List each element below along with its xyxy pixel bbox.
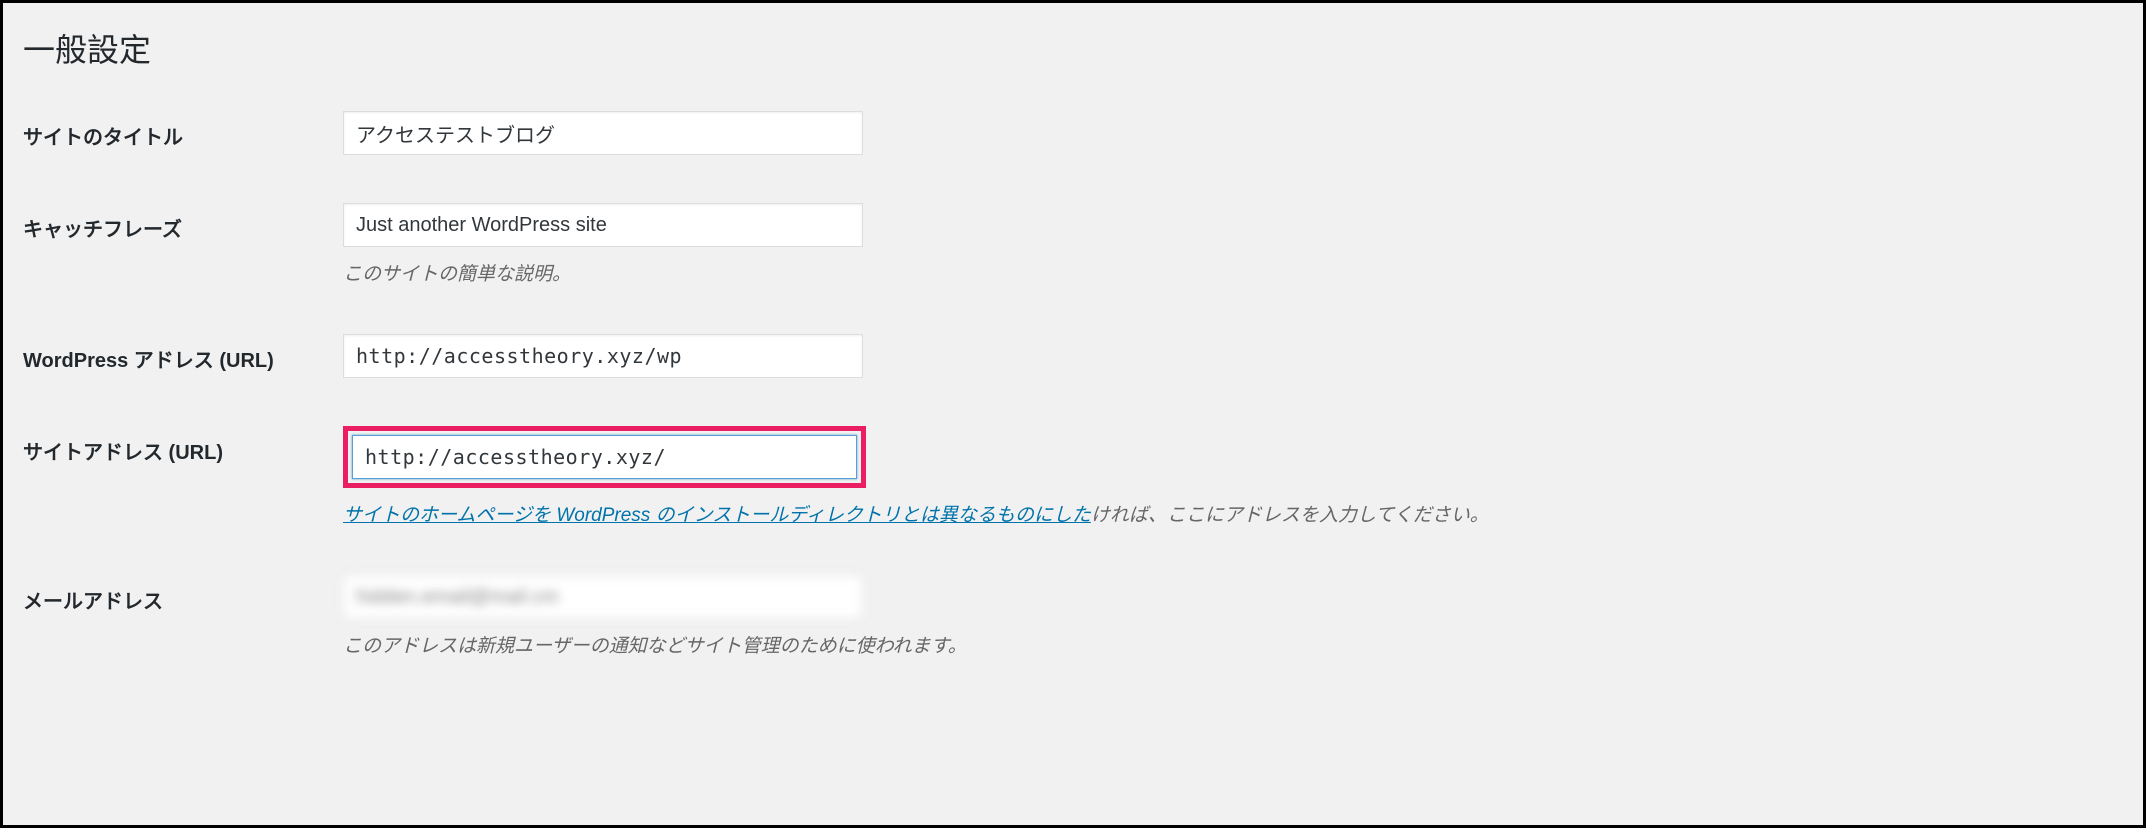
page-title: 一般設定	[23, 13, 2123, 71]
row-email: メールアドレス hidden.email@mail.cm このアドレスは新規ユー…	[23, 575, 2123, 658]
label-col: サイトのタイトル	[23, 111, 343, 150]
site-title-label: サイトのタイトル	[23, 127, 183, 149]
row-site-title: サイトのタイトル	[23, 111, 2123, 155]
wp-url-input[interactable]	[343, 334, 863, 378]
label-col: サイトアドレス (URL)	[23, 426, 343, 465]
email-label: メールアドレス	[23, 591, 163, 613]
email-input-blurred[interactable]: hidden.email@mail.cm	[343, 575, 863, 619]
form-table: サイトのタイトル キャッチフレーズ このサイトの簡単な説明。 WordPress…	[23, 111, 2123, 658]
site-url-description-text: ければ、ここにアドレスを入力してください。	[1091, 505, 1489, 526]
site-url-help-link[interactable]: サイトのホームページを WordPress のインストールディレクトリとは異なる…	[343, 505, 1091, 526]
row-tagline: キャッチフレーズ このサイトの簡単な説明。	[23, 203, 2123, 286]
field-col: サイトのホームページを WordPress のインストールディレクトリとは異なる…	[343, 426, 2123, 527]
email-description: このアドレスは新規ユーザーの通知などサイト管理のために使われます。	[343, 631, 2123, 658]
site-url-input[interactable]	[352, 435, 857, 479]
tagline-description: このサイトの簡単な説明。	[343, 259, 2123, 286]
field-col: hidden.email@mail.cm このアドレスは新規ユーザーの通知などサ…	[343, 575, 2123, 658]
row-site-url: サイトアドレス (URL) サイトのホームページを WordPress のインス…	[23, 426, 2123, 527]
label-col: メールアドレス	[23, 575, 343, 614]
label-col: キャッチフレーズ	[23, 203, 343, 242]
site-url-label: サイトアドレス (URL)	[23, 442, 223, 464]
field-col	[343, 111, 2123, 155]
field-col	[343, 334, 2123, 378]
label-col: WordPress アドレス (URL)	[23, 334, 343, 373]
site-title-input[interactable]	[343, 111, 863, 155]
row-wp-url: WordPress アドレス (URL)	[23, 334, 2123, 378]
settings-container: 一般設定 サイトのタイトル キャッチフレーズ このサイトの簡単な説明。 Word…	[0, 0, 2146, 828]
wp-url-label: WordPress アドレス (URL)	[23, 350, 274, 372]
tagline-label: キャッチフレーズ	[23, 219, 182, 241]
field-col: このサイトの簡単な説明。	[343, 203, 2123, 286]
tagline-input[interactable]	[343, 203, 863, 247]
site-url-highlight	[343, 426, 866, 488]
site-url-description: サイトのホームページを WordPress のインストールディレクトリとは異なる…	[343, 500, 2123, 527]
